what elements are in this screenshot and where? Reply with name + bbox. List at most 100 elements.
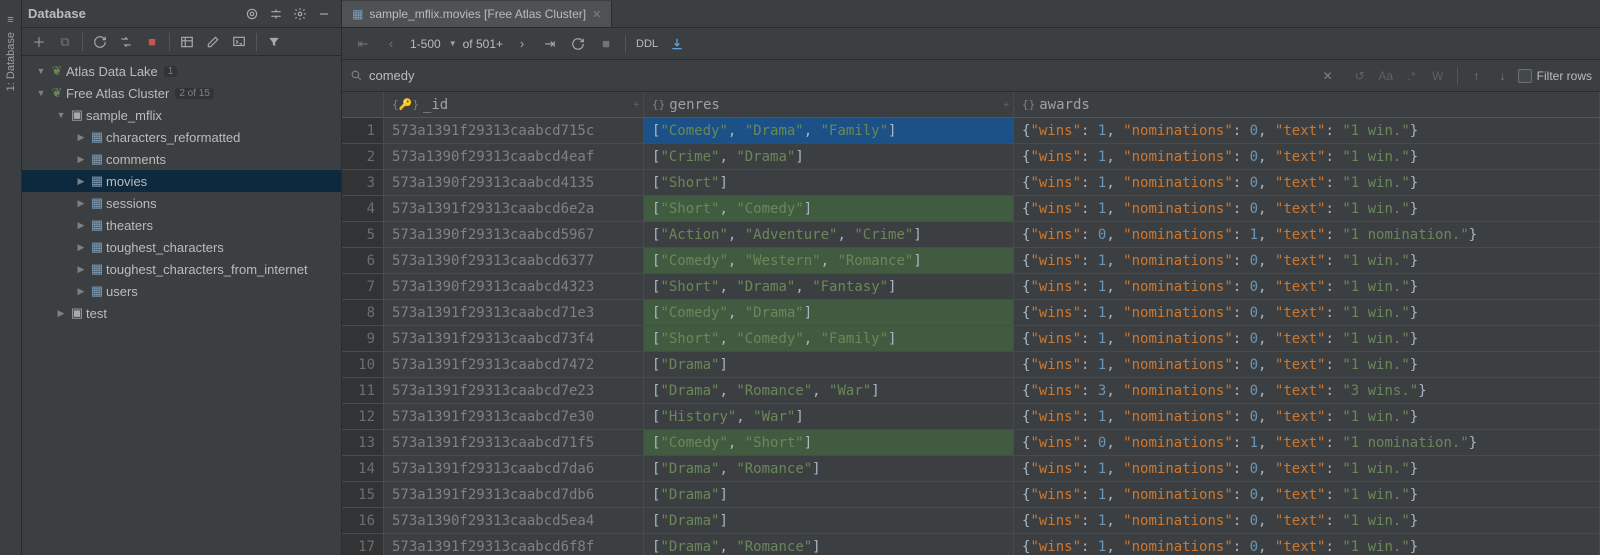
- cell-id[interactable]: 573a1391f29313caabcd71f5: [384, 430, 644, 456]
- tree-item-toughest-characters-from-internet[interactable]: ▶▦toughest_characters_from_internet: [22, 258, 341, 280]
- filter-icon[interactable]: [261, 30, 287, 54]
- table-row[interactable]: 10573a1391f29313caabcd7472["Drama"]{"win…: [342, 352, 1600, 378]
- cell-id[interactable]: 573a1390f29313caabcd6377: [384, 248, 644, 274]
- table-row[interactable]: 17573a1391f29313caabcd6f8f["Drama", "Rom…: [342, 534, 1600, 555]
- cell-genres[interactable]: ["Short", "Comedy"]: [644, 196, 1014, 222]
- cell-awards[interactable]: {"wins": 1, "nominations": 0, "text": "1…: [1014, 248, 1600, 274]
- table-row[interactable]: 3573a1390f29313caabcd4135["Short"]{"wins…: [342, 170, 1600, 196]
- cell-genres[interactable]: ["Drama", "Romance"]: [644, 534, 1014, 555]
- tree-item-characters-reformatted[interactable]: ▶▦characters_reformatted: [22, 126, 341, 148]
- ddl-button[interactable]: DDL: [632, 38, 662, 50]
- tab-movies[interactable]: ▦ sample_mflix.movies [Free Atlas Cluste…: [342, 1, 612, 27]
- cell-id[interactable]: 573a1391f29313caabcd715c: [384, 118, 644, 144]
- cell-id[interactable]: 573a1391f29313caabcd7e30: [384, 404, 644, 430]
- first-page-icon[interactable]: ⇤: [350, 32, 376, 56]
- cell-id[interactable]: 573a1391f29313caabcd73f4: [384, 326, 644, 352]
- collapse-all-icon[interactable]: [265, 3, 287, 25]
- cell-genres[interactable]: ["Drama", "Romance", "War"]: [644, 378, 1014, 404]
- expand-arrow-icon[interactable]: ▶: [74, 154, 88, 165]
- cell-awards[interactable]: {"wins": 1, "nominations": 0, "text": "1…: [1014, 482, 1600, 508]
- prev-page-icon[interactable]: ‹: [378, 32, 404, 56]
- cell-genres[interactable]: ["Drama", "Romance"]: [644, 456, 1014, 482]
- cell-awards[interactable]: {"wins": 0, "nominations": 1, "text": "1…: [1014, 430, 1600, 456]
- column-header-awards[interactable]: {}awards: [1014, 92, 1600, 118]
- export-icon[interactable]: [664, 32, 690, 56]
- cell-id[interactable]: 573a1391f29313caabcd6e2a: [384, 196, 644, 222]
- cell-id[interactable]: 573a1391f29313caabcd7e23: [384, 378, 644, 404]
- cell-awards[interactable]: {"wins": 1, "nominations": 0, "text": "1…: [1014, 170, 1600, 196]
- tree-item-free-atlas-cluster[interactable]: ▼❦Free Atlas Cluster2 of 15: [22, 82, 341, 104]
- expand-arrow-icon[interactable]: ▶: [74, 264, 88, 275]
- last-page-icon[interactable]: ⇥: [537, 32, 563, 56]
- cell-genres[interactable]: ["Crime", "Drama"]: [644, 144, 1014, 170]
- refresh-icon[interactable]: [87, 30, 113, 54]
- data-grid[interactable]: {🔑}_id÷{}genres÷{}awards1573a1391f29313c…: [342, 92, 1600, 555]
- cell-awards[interactable]: {"wins": 3, "nominations": 0, "text": "3…: [1014, 378, 1600, 404]
- table-row[interactable]: 6573a1390f29313caabcd6377["Comedy", "Wes…: [342, 248, 1600, 274]
- cell-awards[interactable]: {"wins": 1, "nominations": 0, "text": "1…: [1014, 456, 1600, 482]
- cell-id[interactable]: 573a1391f29313caabcd7db6: [384, 482, 644, 508]
- rollback-icon[interactable]: ■: [593, 32, 619, 56]
- cell-awards[interactable]: {"wins": 1, "nominations": 0, "text": "1…: [1014, 118, 1600, 144]
- cell-awards[interactable]: {"wins": 1, "nominations": 0, "text": "1…: [1014, 300, 1600, 326]
- table-row[interactable]: 15573a1391f29313caabcd7db6["Drama"]{"win…: [342, 482, 1600, 508]
- expand-arrow-icon[interactable]: ▶: [74, 220, 88, 231]
- cell-awards[interactable]: {"wins": 1, "nominations": 0, "text": "1…: [1014, 274, 1600, 300]
- expand-arrow-icon[interactable]: ▶: [74, 176, 88, 187]
- cell-genres[interactable]: ["Short", "Comedy", "Family"]: [644, 326, 1014, 352]
- next-page-icon[interactable]: ›: [509, 32, 535, 56]
- table-row[interactable]: 5573a1390f29313caabcd5967["Action", "Adv…: [342, 222, 1600, 248]
- chevron-down-icon[interactable]: ▼: [449, 39, 457, 48]
- tree-item-sample-mflix[interactable]: ▼▣sample_mflix: [22, 104, 341, 126]
- cell-awards[interactable]: {"wins": 1, "nominations": 0, "text": "1…: [1014, 352, 1600, 378]
- add-datasource-button[interactable]: ＋: [26, 30, 52, 54]
- cell-awards[interactable]: {"wins": 1, "nominations": 0, "text": "1…: [1014, 534, 1600, 555]
- tool-window-stripe[interactable]: ≡ 1: Database: [0, 0, 22, 555]
- table-row[interactable]: 2573a1390f29313caabcd4eaf["Crime", "Dram…: [342, 144, 1600, 170]
- expand-arrow-icon[interactable]: ▶: [74, 286, 88, 297]
- expand-arrow-icon[interactable]: ▶: [74, 242, 88, 253]
- expand-arrow-icon[interactable]: ▼: [34, 88, 48, 98]
- cell-awards[interactable]: {"wins": 0, "nominations": 1, "text": "1…: [1014, 222, 1600, 248]
- duplicate-button[interactable]: ⧉: [52, 30, 78, 54]
- cell-genres[interactable]: ["Comedy", "Short"]: [644, 430, 1014, 456]
- sort-handle-icon[interactable]: ÷: [1004, 100, 1009, 110]
- cell-id[interactable]: 573a1390f29313caabcd4135: [384, 170, 644, 196]
- filter-rows-toggle[interactable]: Filter rows: [1518, 69, 1592, 83]
- table-row[interactable]: 9573a1391f29313caabcd73f4["Short", "Come…: [342, 326, 1600, 352]
- database-tree[interactable]: ▼❦Atlas Data Lake1▼❦Free Atlas Cluster2 …: [22, 56, 341, 555]
- cell-awards[interactable]: {"wins": 1, "nominations": 0, "text": "1…: [1014, 196, 1600, 222]
- cell-genres[interactable]: ["Action", "Adventure", "Crime"]: [644, 222, 1014, 248]
- cell-id[interactable]: 573a1391f29313caabcd7472: [384, 352, 644, 378]
- cell-genres[interactable]: ["Drama"]: [644, 508, 1014, 534]
- cell-genres[interactable]: ["History", "War"]: [644, 404, 1014, 430]
- edit-icon[interactable]: [200, 30, 226, 54]
- cell-genres[interactable]: ["Comedy", "Drama", "Family"]: [644, 118, 1014, 144]
- cell-awards[interactable]: {"wins": 1, "nominations": 0, "text": "1…: [1014, 404, 1600, 430]
- expand-arrow-icon[interactable]: ▼: [54, 110, 68, 120]
- table-row[interactable]: 1573a1391f29313caabcd715c["Comedy", "Dra…: [342, 118, 1600, 144]
- tree-item-users[interactable]: ▶▦users: [22, 280, 341, 302]
- cell-id[interactable]: 573a1391f29313caabcd71e3: [384, 300, 644, 326]
- table-row[interactable]: 11573a1391f29313caabcd7e23["Drama", "Rom…: [342, 378, 1600, 404]
- column-header-genres[interactable]: {}genres÷: [644, 92, 1014, 118]
- cell-id[interactable]: 573a1390f29313caabcd5ea4: [384, 508, 644, 534]
- stop-button[interactable]: ■: [139, 30, 165, 54]
- table-row[interactable]: 4573a1391f29313caabcd6e2a["Short", "Come…: [342, 196, 1600, 222]
- tree-item-movies[interactable]: ▶▦movies: [22, 170, 341, 192]
- sync-schema-icon[interactable]: [113, 30, 139, 54]
- cell-genres[interactable]: ["Short"]: [644, 170, 1014, 196]
- reload-icon[interactable]: [565, 32, 591, 56]
- cell-awards[interactable]: {"wins": 1, "nominations": 0, "text": "1…: [1014, 144, 1600, 170]
- cell-id[interactable]: 573a1391f29313caabcd7da6: [384, 456, 644, 482]
- cell-genres[interactable]: ["Drama"]: [644, 352, 1014, 378]
- view-table-icon[interactable]: [174, 30, 200, 54]
- expand-arrow-icon[interactable]: ▼: [34, 66, 48, 76]
- regex-toggle[interactable]: .*: [1401, 65, 1423, 87]
- clear-filter-icon[interactable]: ✕: [1317, 65, 1339, 87]
- cell-id[interactable]: 573a1390f29313caabcd4eaf: [384, 144, 644, 170]
- page-range[interactable]: 1-500: [406, 37, 445, 51]
- tree-item-theaters[interactable]: ▶▦theaters: [22, 214, 341, 236]
- cell-id[interactable]: 573a1391f29313caabcd6f8f: [384, 534, 644, 555]
- expand-arrow-icon[interactable]: ▶: [74, 132, 88, 143]
